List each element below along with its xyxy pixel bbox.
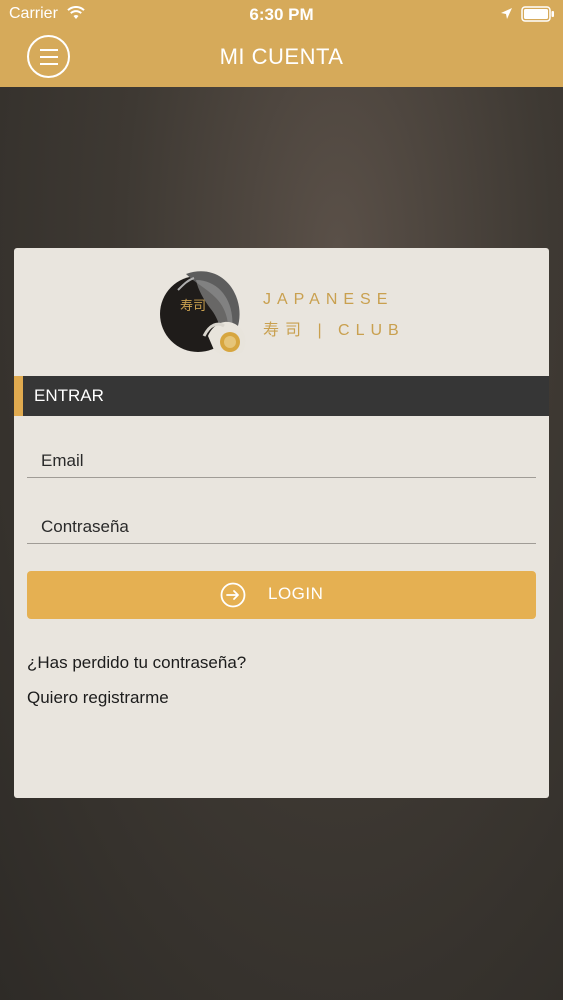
emblem-kanji: 寿司 — [180, 299, 206, 314]
section-title: ENTRAR — [34, 386, 104, 405]
status-bar: Carrier 6:30 PM — [0, 0, 563, 30]
koi-fish-emblem-icon: 寿司 — [160, 271, 246, 356]
section-header: ENTRAR — [14, 376, 549, 416]
register-link[interactable]: Quiero registrarme — [27, 688, 169, 708]
battery-icon — [521, 6, 554, 22]
app-header: Carrier 6:30 PM MI CUENTA — [0, 0, 563, 87]
login-button[interactable]: LOGIN — [27, 571, 536, 619]
login-card: 寿司 JAPANESE 寿司 | CLUB ENTRAR LOGIN ¿Has … — [14, 248, 549, 798]
status-time: 6:30 PM — [249, 5, 314, 24]
logo: 寿司 JAPANESE 寿司 | CLUB — [14, 248, 549, 376]
forgot-password-link[interactable]: ¿Has perdido tu contraseña? — [27, 653, 246, 673]
arrow-right-circle-icon — [220, 582, 246, 608]
logo-text-club: 寿司 | CLUB — [263, 322, 405, 339]
page-title: MI CUENTA — [219, 44, 344, 69]
login-label: LOGIN — [268, 584, 324, 603]
logo-text-japanese: JAPANESE — [263, 291, 394, 308]
location-arrow-icon — [501, 8, 512, 19]
password-field[interactable] — [27, 510, 536, 544]
email-field[interactable] — [27, 444, 536, 478]
